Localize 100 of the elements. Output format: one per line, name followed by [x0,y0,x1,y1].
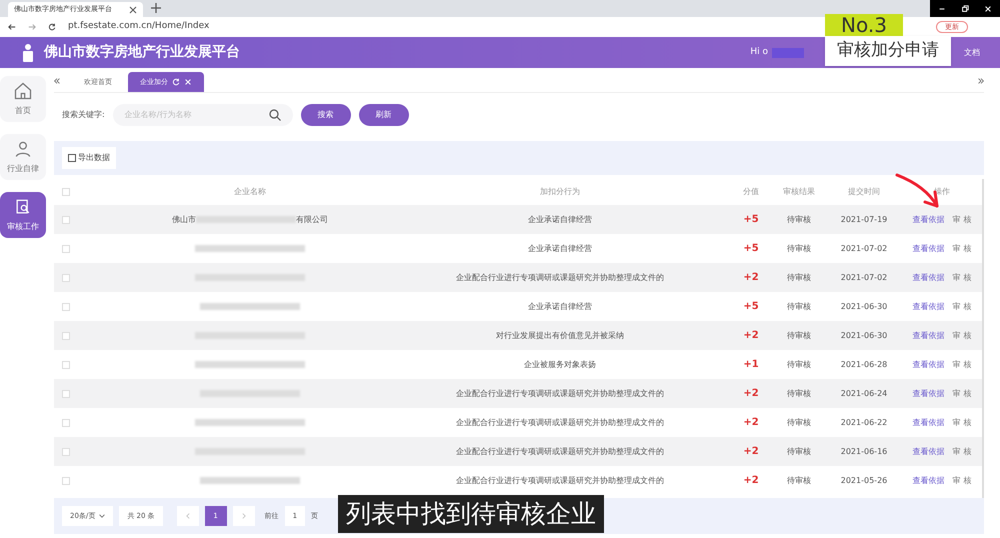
app-title: 佛山市数字房地产行业发展平台 [44,42,240,62]
row-checkbox[interactable] [62,360,70,368]
home-icon [13,81,33,101]
table-cell-text: 2021-05-26 [840,474,888,486]
action-link[interactable]: 查看依据 [912,416,945,428]
row-checkbox[interactable] [62,390,70,398]
overlay-badge: No.3 [825,14,903,36]
row-checkbox[interactable] [62,448,70,456]
table-cell-text: 待审核 [786,242,812,254]
plus-icon[interactable] [151,3,161,13]
action-link[interactable]: 审 核 [952,272,972,284]
action-link[interactable]: 审 核 [952,330,972,342]
overlay-caption: 审核加分申请 [825,36,951,66]
action-link[interactable]: 查看依据 [912,272,945,284]
table-cell-text: 待审核 [786,474,812,486]
table-cell-text: 2021-06-30 [840,300,888,312]
table-cell-text: 待审核 [786,446,812,458]
export-icon [68,154,76,162]
table-cell-text: 待审核 [786,272,812,284]
row-checkbox[interactable] [62,216,70,224]
sidebar-item[interactable]: 审核工作 [0,192,46,238]
table-cell-text: 待审核 [786,300,812,312]
action-link[interactable]: 审 核 [952,446,972,458]
table-cell-text: 2021-06-28 [840,358,888,370]
export-button[interactable]: 导出数据 [62,147,116,169]
table-cell-text: 企业被服务对象表扬 [523,358,597,370]
search-button[interactable]: 刷新 [358,104,409,126]
greeting: Hi o [750,46,768,59]
column-header: 分值 [742,186,760,198]
action-link[interactable]: 查看依据 [912,474,945,486]
docs-link[interactable]: 文档 [964,46,980,58]
score: +2 [742,445,760,459]
row-checkbox[interactable] [62,244,70,252]
table-cell-text: 2021-07-02 [840,272,888,284]
redacted-name [772,48,804,58]
table-cell-text: 企业承诺自律经营 [527,242,593,254]
close-icon[interactable] [129,6,137,14]
restore-icon[interactable] [960,4,969,12]
table-cell-text: 2021-06-24 [840,388,888,400]
row-checkbox[interactable] [62,476,70,484]
row-checkbox[interactable] [62,332,70,340]
score: +5 [742,300,760,314]
row-checkbox[interactable] [62,274,70,282]
prev-button[interactable] [176,506,199,526]
search-button[interactable]: 搜索 [300,104,351,126]
header-checkbox[interactable] [62,188,70,196]
score: +5 [742,213,760,227]
chevron-left-icon [184,513,191,519]
action-link[interactable]: 查看依据 [912,446,945,458]
table-cell-text: 企业配合行业进行专项调研或课题研究并协助整理成文件的 [455,416,665,428]
double-chevron-right-icon[interactable] [978,78,984,84]
table-cell-text: 2021-06-22 [840,416,888,428]
forward-arrow-icon[interactable] [28,23,36,31]
action-link[interactable]: 查看依据 [912,300,945,312]
caret-icon [99,513,106,519]
score: +2 [742,329,760,343]
column-header: 企业名称 [233,186,267,198]
action-link[interactable]: 审 核 [952,242,972,254]
action-link[interactable]: 查看依据 [912,214,945,226]
table-cell-text: 企业配合行业进行专项调研或课题研究并协助整理成文件的 [455,388,665,400]
sidebar-item[interactable]: 首页 [0,76,46,122]
score: +5 [742,242,760,256]
table-cell-text: 待审核 [786,214,812,226]
action-link[interactable]: 查看依据 [912,358,945,370]
score: +2 [742,416,760,430]
search-label: 搜索关键字: [62,109,105,121]
table-cell-text: 企业承诺自律经营 [527,214,593,226]
table-cell-text: 企业配合行业进行专项调研或课题研究并协助整理成文件的 [455,446,665,458]
column-header: 审核结果 [782,186,816,198]
column-header: 提交时间 [847,186,881,198]
score: +2 [742,271,760,285]
action-link[interactable]: 审 核 [952,358,972,370]
sidebar-item[interactable]: 行业自律 [0,134,46,180]
person-icon [13,139,33,159]
action-link[interactable]: 审 核 [952,416,972,428]
reload-icon[interactable] [48,23,56,31]
action-link[interactable]: 审 核 [952,388,972,400]
table-cell: 佛山市 [172,214,196,226]
table-cell-text: 企业承诺自律经营 [527,300,593,312]
table-cell-text: 2021-07-19 [840,214,888,226]
table-cell-text: 待审核 [786,358,812,370]
table-cell-text: 企业配合行业进行专项调研或课题研究并协助整理成文件的 [455,474,665,486]
double-chevron-left-icon[interactable] [54,78,60,84]
logo-icon [20,42,36,62]
url-field[interactable]: pt.fsestate.com.cn/Home/Index [68,20,210,34]
row-checkbox[interactable] [62,302,70,310]
action-link[interactable]: 审 核 [952,300,972,312]
back-arrow-icon[interactable] [8,23,16,31]
score: +2 [742,474,760,488]
next-button[interactable] [232,506,255,526]
chevron-right-icon [240,513,247,519]
action-link[interactable]: 审 核 [952,214,972,226]
table-cell-text: 待审核 [786,416,812,428]
row-checkbox[interactable] [62,418,70,426]
action-link[interactable]: 查看依据 [912,242,945,254]
column-header: 加扣分行为 [539,186,581,198]
action-link[interactable]: 审 核 [952,474,972,486]
action-link[interactable]: 查看依据 [912,330,945,342]
action-link[interactable]: 查看依据 [912,388,945,400]
score: +2 [742,387,760,401]
